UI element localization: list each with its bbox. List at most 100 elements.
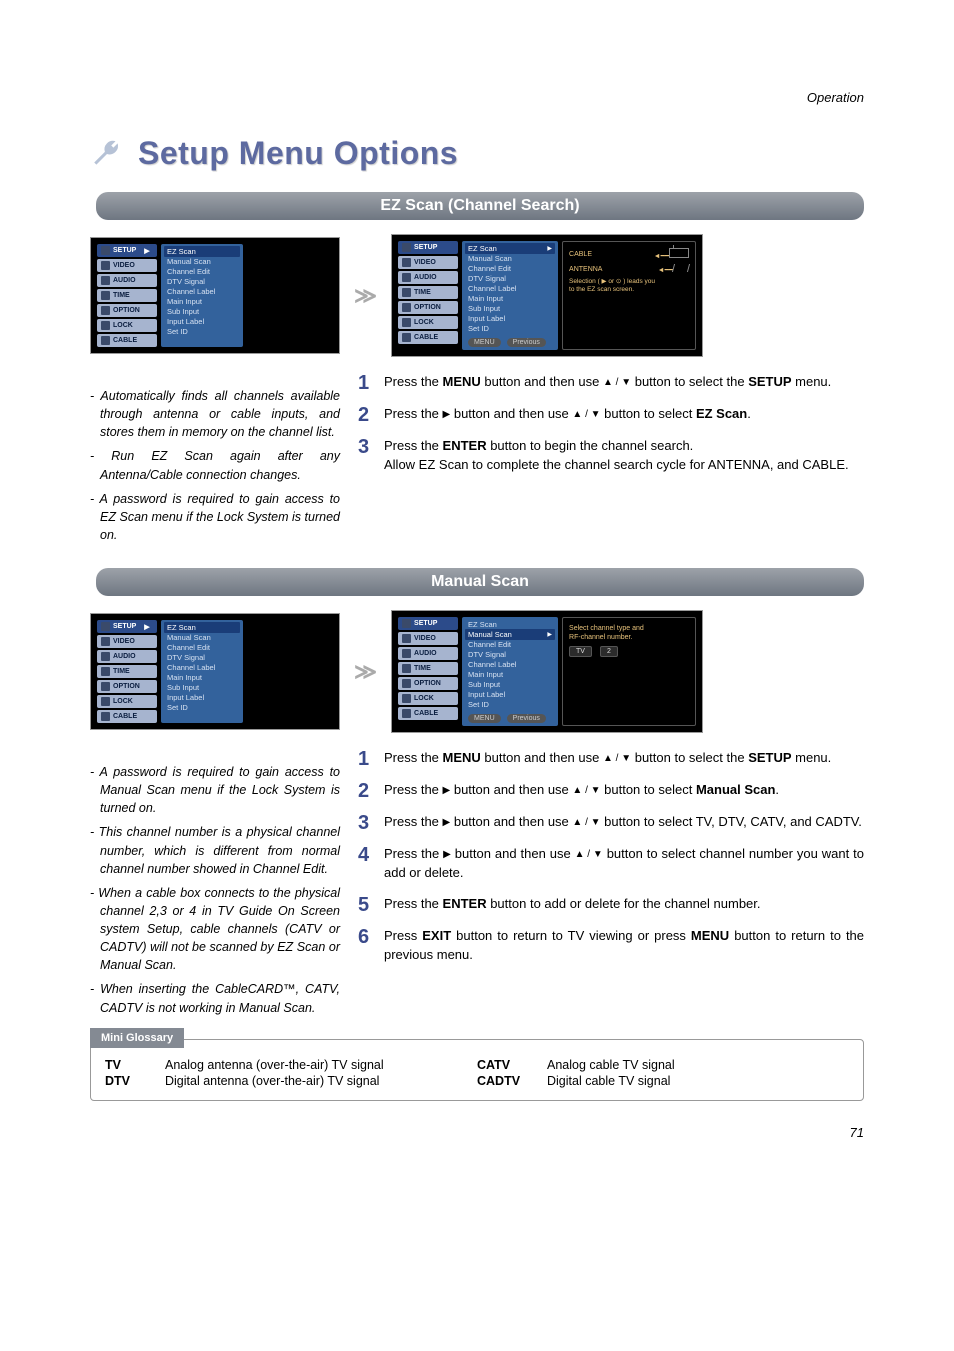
glossary-value: Analog antenna (over-the-air) TV signal [165,1058,467,1072]
osd-tab-setup: SETUP ▶ [97,620,157,633]
osd-item: DTV Signal [468,650,552,659]
osd-item-manualscan-selected: Manual Scan▶ [465,629,555,640]
osd-note: RF-channel number. [569,633,689,642]
step-number: 2 [358,405,374,425]
osd-item: DTV Signal [468,274,552,283]
osd-setup-menu-d: SETUP VIDEO AUDIO TIME OPTION LOCK CABLE… [391,610,703,733]
glossary-value: Digital antenna (over-the-air) TV signal [165,1074,467,1088]
osd-tab-option: OPTION [398,677,458,690]
section-bar-ezscan: EZ Scan (Channel Search) [96,192,864,220]
arrow-icon: ≫ [354,659,377,685]
cable-label: CABLE [569,251,592,258]
osd-item: Input Label [468,690,552,699]
step-text: Press the ▶ button and then use ▲ / ▼ bu… [384,813,864,832]
osd-item: Sub Input [167,683,237,692]
osd-tab-lock: LOCK [398,316,458,329]
osd-tab-lock: LOCK [398,692,458,705]
note-item: - A password is required to gain access … [90,763,340,817]
glossary-value: Digital cable TV signal [547,1074,849,1088]
osd-tab-setup: SETUP [398,617,458,630]
osd-item: Main Input [468,670,552,679]
osd-item: Main Input [167,673,237,682]
arrow-icon: ≫ [354,283,377,309]
ezscan-notes: - Automatically finds all channels avail… [90,387,340,550]
mini-glossary: Mini Glossary TV Analog antenna (over-th… [90,1039,864,1101]
page-number: 71 [90,1125,864,1140]
osd-tab-time: TIME [97,289,157,302]
osd-item: Sub Input [468,304,552,313]
osd-tab-time: TIME [398,662,458,675]
osd-note: to the EZ scan screen. [569,286,689,294]
osd-item-inputlabel: Input Label [167,317,237,326]
step-number: 6 [358,927,374,947]
osd-tab-lock: LOCK [97,695,157,708]
wrench-icon [90,137,124,171]
osd-item-channeledit: Channel Edit [167,267,237,276]
osd-foot-menu: MENU [468,714,501,723]
note-item: - When a cable box connects to the physi… [90,884,340,975]
page-title: Setup Menu Options [138,135,458,172]
chip-channel: 2 [600,646,618,657]
ezscan-steps: 1 Press the MENU button and then use ▲ /… [358,373,864,487]
note-item: - Automatically finds all channels avail… [90,387,340,441]
note-item: - When inserting the CableCARD™, CATV, C… [90,980,340,1016]
osd-tab-cable: CABLE [97,334,157,347]
step-text: Press the MENU button and then use ▲ / ▼… [384,373,864,392]
osd-item-setid: Set ID [167,327,237,336]
step-number: 1 [358,373,374,393]
osd-note: Selection ( ▶ or ⊙ ) leads you [569,278,689,286]
osd-tab-video: VIDEO [398,256,458,269]
osd-ezscan-panel: CABLE◄━━ ANTENNA◄━━ Selection ( ▶ or ⊙ )… [562,241,696,350]
osd-item-ezscan: EZ Scan [164,622,240,633]
glossary-key: TV [105,1058,155,1072]
osd-tab-option: OPTION [398,301,458,314]
osd-setup-menu-a: SETUP ▶ VIDEO AUDIO TIME OPTION LOCK CAB… [90,237,340,354]
osd-item: Input Label [468,314,552,323]
step-number: 2 [358,781,374,801]
step-text: Press the ▶ button and then use ▲ / ▼ bu… [384,405,864,424]
step-number: 5 [358,895,374,915]
osd-tab-audio: AUDIO [97,274,157,287]
osd-item: DTV Signal [167,653,237,662]
osd-item: Set ID [468,700,552,709]
glossary-key: CADTV [477,1074,537,1088]
glossary-key: CATV [477,1058,537,1072]
osd-tab-cable: CABLE [398,331,458,344]
step-text: Press the ENTER button to begin the chan… [384,437,864,475]
osd-item: Set ID [167,703,237,712]
header-section: Operation [90,90,864,105]
osd-tab-setup: SETUP [398,241,458,254]
manualscan-steps: 1 Press the MENU button and then use ▲ /… [358,749,864,976]
osd-item: Sub Input [468,680,552,689]
antenna-label: ANTENNA [569,266,602,273]
osd-item: Main Input [468,294,552,303]
osd-tab-lock: LOCK [97,319,157,332]
osd-tab-audio: AUDIO [97,650,157,663]
osd-item-manualscan: Manual Scan [167,257,237,266]
osd-item-dtvsignal: DTV Signal [167,277,237,286]
osd-tab-audio: AUDIO [398,647,458,660]
osd-foot-previous: Previous [507,338,546,347]
osd-item: Manual Scan [468,254,552,263]
osd-tab-option: OPTION [97,680,157,693]
step-number: 3 [358,437,374,457]
glossary-key: DTV [105,1074,155,1088]
osd-item: Channel Edit [468,640,552,649]
osd-item: Channel Label [468,284,552,293]
osd-item: Input Label [167,693,237,702]
step-number: 4 [358,845,374,865]
step-text: Press the ▶ button and then use ▲ / ▼ bu… [384,781,864,800]
osd-item: Manual Scan [167,633,237,642]
osd-item-ezscan: EZ Scan [164,246,240,257]
osd-tab-video: VIDEO [398,632,458,645]
osd-foot-previous: Previous [507,714,546,723]
osd-item-ezscan-selected: EZ Scan▶ [465,243,555,254]
osd-item: Channel Label [468,660,552,669]
osd-item: Set ID [468,324,552,333]
osd-tab-video: VIDEO [97,259,157,272]
osd-tab-cable: CABLE [97,710,157,723]
osd-tab-audio: AUDIO [398,271,458,284]
osd-tab-setup: SETUP ▶ [97,244,157,257]
osd-tab-option: OPTION [97,304,157,317]
glossary-tab: Mini Glossary [90,1028,184,1048]
